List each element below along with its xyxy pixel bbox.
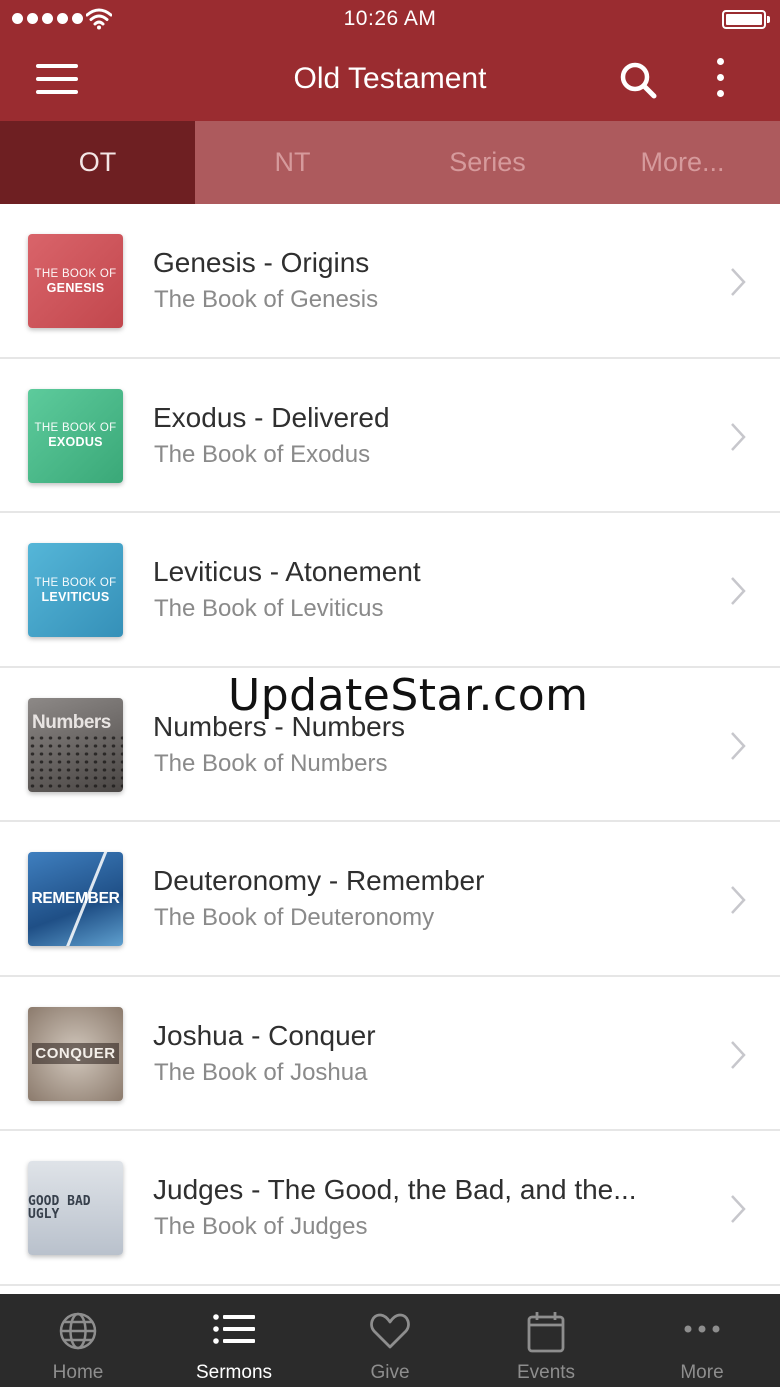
bottom-tab-bar: Home Sermons Give Events More: [0, 1294, 780, 1387]
list-item-subtitle: The Book of Joshua: [154, 1058, 368, 1086]
list-item[interactable]: CONQUER Joshua - Conquer The Book of Jos…: [0, 976, 780, 1131]
tab-give[interactable]: Give: [312, 1294, 468, 1387]
genesis-artwork: THE BOOK OF GENESIS: [28, 234, 123, 328]
list-item-title: Leviticus - Atonement: [153, 556, 421, 587]
leviticus-artwork: THE BOOK OF LEVITICUS: [28, 543, 123, 637]
tab-sermons-label: Sermons: [195, 1362, 273, 1383]
tab-sermons[interactable]: Sermons: [156, 1294, 312, 1387]
more-options-button[interactable]: [706, 58, 734, 102]
list-item-title: Judges - The Good, the Bad, and the...: [153, 1174, 637, 1205]
battery-icon: [722, 10, 770, 29]
sermon-list: THE BOOK OF GENESIS Genesis - Origins Th…: [0, 204, 780, 1286]
tab-series[interactable]: Series: [390, 121, 585, 204]
calendar-icon: [527, 1312, 565, 1353]
list-item-subtitle: The Book of Genesis: [154, 286, 379, 313]
list-item[interactable]: GOOD BAD UGLY Judges - The Good, the Bad…: [0, 1131, 780, 1286]
testament-tabs: OT NT Series More...: [0, 121, 780, 204]
tab-nt[interactable]: NT: [195, 121, 390, 204]
list-icon: [213, 1314, 255, 1344]
chevron-right-icon: [731, 422, 746, 451]
ellipsis-icon: [684, 1325, 720, 1333]
joshua-artwork: CONQUER: [28, 1006, 123, 1101]
chevron-right-icon: [731, 268, 746, 296]
list-item-subtitle: The Book of Numbers: [154, 749, 388, 777]
list-item-title: Deuteronomy - Remember: [153, 865, 485, 896]
chevron-right-icon: [731, 1195, 746, 1223]
list-item[interactable]: THE BOOK OF EXODUS Exodus - Delivered Th…: [0, 358, 780, 513]
tab-events[interactable]: Events: [468, 1294, 624, 1387]
tab-more-label: More: [680, 1362, 724, 1383]
list-item-title: Genesis - Origins: [153, 247, 370, 278]
list-item[interactable]: REMEMBER Deuteronomy - Remember The Book…: [0, 822, 780, 977]
tab-events-label: Events: [516, 1362, 576, 1383]
list-item-subtitle: The Book of Leviticus: [154, 595, 384, 622]
navigation-bar: Old Testament: [0, 40, 780, 121]
tab-ot[interactable]: OT: [0, 121, 195, 204]
exodus-artwork: THE BOOK OF EXODUS: [28, 388, 123, 483]
list-item[interactable]: THE BOOK OF LEVITICUS Leviticus - Atonem…: [0, 513, 780, 668]
search-icon[interactable]: [618, 60, 658, 100]
globe-icon: [59, 1312, 97, 1350]
tab-home-label: Home: [52, 1362, 104, 1383]
chevron-right-icon: [731, 731, 746, 760]
list-item-subtitle: The Book of Deuteronomy: [154, 904, 435, 931]
status-bar: 10:26 AM: [0, 0, 780, 40]
tab-home[interactable]: Home: [0, 1294, 156, 1387]
deuteronomy-artwork: REMEMBER: [28, 852, 123, 946]
watermark: UpdateStar.com: [228, 670, 589, 721]
tab-give-label: Give: [370, 1362, 410, 1383]
numbers-artwork: Numbers: [28, 697, 123, 792]
chevron-right-icon: [731, 1040, 746, 1069]
status-time: 10:26 AM: [343, 7, 437, 30]
tab-more[interactable]: More...: [585, 121, 780, 204]
tab-more-nav[interactable]: More: [624, 1294, 780, 1387]
list-item-title: Joshua - Conquer: [153, 1019, 376, 1051]
heart-icon: [370, 1313, 410, 1349]
list-item-subtitle: The Book of Judges: [154, 1213, 368, 1240]
chevron-right-icon: [731, 886, 746, 914]
page-title: Old Testament: [293, 62, 487, 95]
chevron-right-icon: [731, 577, 746, 605]
judges-artwork: GOOD BAD UGLY: [28, 1161, 123, 1255]
list-item[interactable]: THE BOOK OF GENESIS Genesis - Origins Th…: [0, 204, 780, 359]
list-item-subtitle: The Book of Exodus: [154, 440, 371, 468]
kebab-icon: [716, 58, 724, 65]
list-item-title: Exodus - Delivered: [153, 401, 390, 433]
